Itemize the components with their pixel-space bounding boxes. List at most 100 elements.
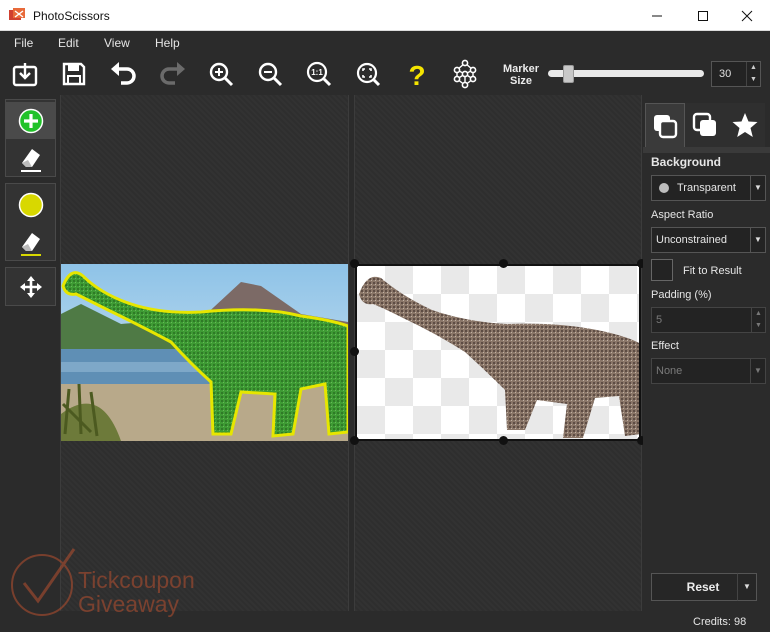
chevron-down-icon: ▼ [750, 359, 765, 383]
minimize-icon [652, 15, 662, 16]
layers-icon [654, 114, 678, 138]
padding-spinbox[interactable]: 5 ▲ ▼ [651, 307, 766, 333]
help-button[interactable]: ? [401, 58, 433, 90]
effect-select[interactable]: None ▼ [651, 358, 766, 384]
window-title: PhotoScissors [33, 9, 110, 23]
foreground-tool-group [5, 99, 56, 177]
move-button[interactable] [6, 268, 55, 305]
menu-bar: File Edit View Help [0, 31, 770, 55]
redo-button[interactable] [157, 58, 189, 90]
marker-size-spinbox[interactable]: 30 ▲ ▼ [711, 61, 761, 87]
source-image[interactable] [61, 264, 348, 441]
eraser-icon [20, 148, 41, 172]
svg-text:1:1: 1:1 [311, 68, 323, 77]
tab-background[interactable] [645, 103, 685, 147]
result-dinosaur [359, 276, 639, 438]
panel-tabs [645, 103, 767, 147]
move-arrows-icon [19, 275, 42, 298]
watermark: Tickcoupon Giveaway [8, 545, 218, 623]
minimize-button[interactable] [634, 0, 680, 31]
plus-circle-icon [18, 108, 43, 133]
help-icon: ? [408, 60, 425, 88]
crop-handle-bottom[interactable] [499, 436, 508, 445]
remove-eraser-button[interactable] [6, 224, 55, 261]
yellow-circle-icon [18, 192, 43, 217]
crop-handle-top-left[interactable] [350, 259, 359, 268]
keep-marker-button[interactable] [6, 102, 55, 139]
background-value: Transparent [677, 182, 736, 194]
tab-foreground[interactable] [685, 103, 725, 147]
chevron-down-icon: ▼ [750, 176, 765, 200]
padding-stepper[interactable]: ▲ ▼ [751, 308, 765, 332]
aspect-ratio-value: Unconstrained [656, 234, 727, 246]
title-bar: PhotoScissors [0, 0, 770, 31]
app-window: PhotoScissors File Edit View Help 1:1 ? … [0, 0, 770, 632]
scissors-app-icon [9, 8, 25, 20]
tab-effects[interactable] [725, 103, 765, 147]
toolbar: 1:1 ? Marker Size 30 ▲ ▼ [0, 55, 770, 95]
padding-label: Padding (%) [651, 289, 712, 301]
settings-panel: Background Transparent ▼ Aspect Ratio Un… [643, 95, 770, 632]
aspect-ratio-label: Aspect Ratio [651, 209, 714, 221]
background-select[interactable]: Transparent ▼ [651, 175, 766, 201]
zoom-in-icon [209, 62, 234, 87]
zoom-out-button[interactable] [254, 58, 286, 90]
save-icon [62, 62, 86, 86]
zoom-actual-button[interactable]: 1:1 [303, 58, 335, 90]
chevron-down-icon: ▼ [750, 228, 765, 252]
crop-handle-bottom-left[interactable] [350, 436, 359, 445]
menu-edit[interactable]: Edit [58, 36, 79, 50]
fit-to-result-checkbox[interactable] [651, 259, 673, 281]
tab-underline [643, 147, 770, 153]
marker-size-label: Marker Size [502, 63, 540, 87]
reset-label: Reset [686, 580, 720, 594]
maximize-icon [698, 10, 708, 21]
reset-menu-button[interactable]: ▼ [737, 573, 757, 601]
zoom-out-icon [258, 62, 283, 87]
network-icon [453, 59, 477, 89]
undo-icon [111, 62, 136, 85]
fit-to-result-label: Fit to Result [683, 265, 742, 277]
result-image[interactable] [355, 264, 641, 441]
background-tool-group [5, 183, 56, 261]
star-icon [732, 113, 758, 137]
menu-help[interactable]: Help [155, 36, 180, 50]
credits-label: Credits: 98 [693, 616, 747, 628]
close-button[interactable] [724, 0, 770, 31]
zoom-actual-icon: 1:1 [306, 61, 332, 87]
aspect-ratio-select[interactable]: Unconstrained ▼ [651, 227, 766, 253]
remove-marker-button[interactable] [6, 186, 55, 223]
close-icon [741, 10, 753, 21]
network-button[interactable] [449, 58, 481, 90]
menu-file[interactable]: File [14, 36, 33, 50]
marker-size-stepper[interactable]: ▲ ▼ [746, 62, 760, 86]
keep-eraser-button[interactable] [6, 140, 55, 177]
zoom-in-button[interactable] [205, 58, 237, 90]
crop-handle-left[interactable] [350, 347, 359, 356]
transparent-swatch-icon [659, 183, 669, 193]
open-button[interactable] [9, 58, 41, 90]
svg-text:?: ? [408, 60, 425, 88]
marker-size-value: 30 [719, 68, 732, 80]
save-button[interactable] [58, 58, 90, 90]
redo-icon [160, 62, 185, 85]
layers-front-icon [692, 112, 716, 136]
marker-size-slider-thumb[interactable] [563, 65, 574, 83]
crop-handle-top[interactable] [499, 259, 508, 268]
zoom-fit-icon [356, 62, 381, 87]
watermark-check-logo [11, 548, 76, 616]
pan-tool-group [5, 267, 56, 306]
effect-label: Effect [651, 340, 679, 352]
effect-value: None [656, 365, 683, 377]
watermark-line-1: Tickcoupon [78, 567, 195, 593]
source-dinosaur-scene [61, 264, 348, 441]
maximize-button[interactable] [680, 0, 726, 31]
padding-value: 5 [656, 314, 663, 326]
eraser-icon [20, 232, 41, 256]
background-label: Background [651, 155, 722, 169]
menu-view[interactable]: View [104, 36, 130, 50]
watermark-line-2: Giveaway [78, 591, 179, 617]
undo-button[interactable] [107, 58, 139, 90]
open-icon [12, 63, 38, 87]
zoom-fit-button[interactable] [352, 58, 384, 90]
